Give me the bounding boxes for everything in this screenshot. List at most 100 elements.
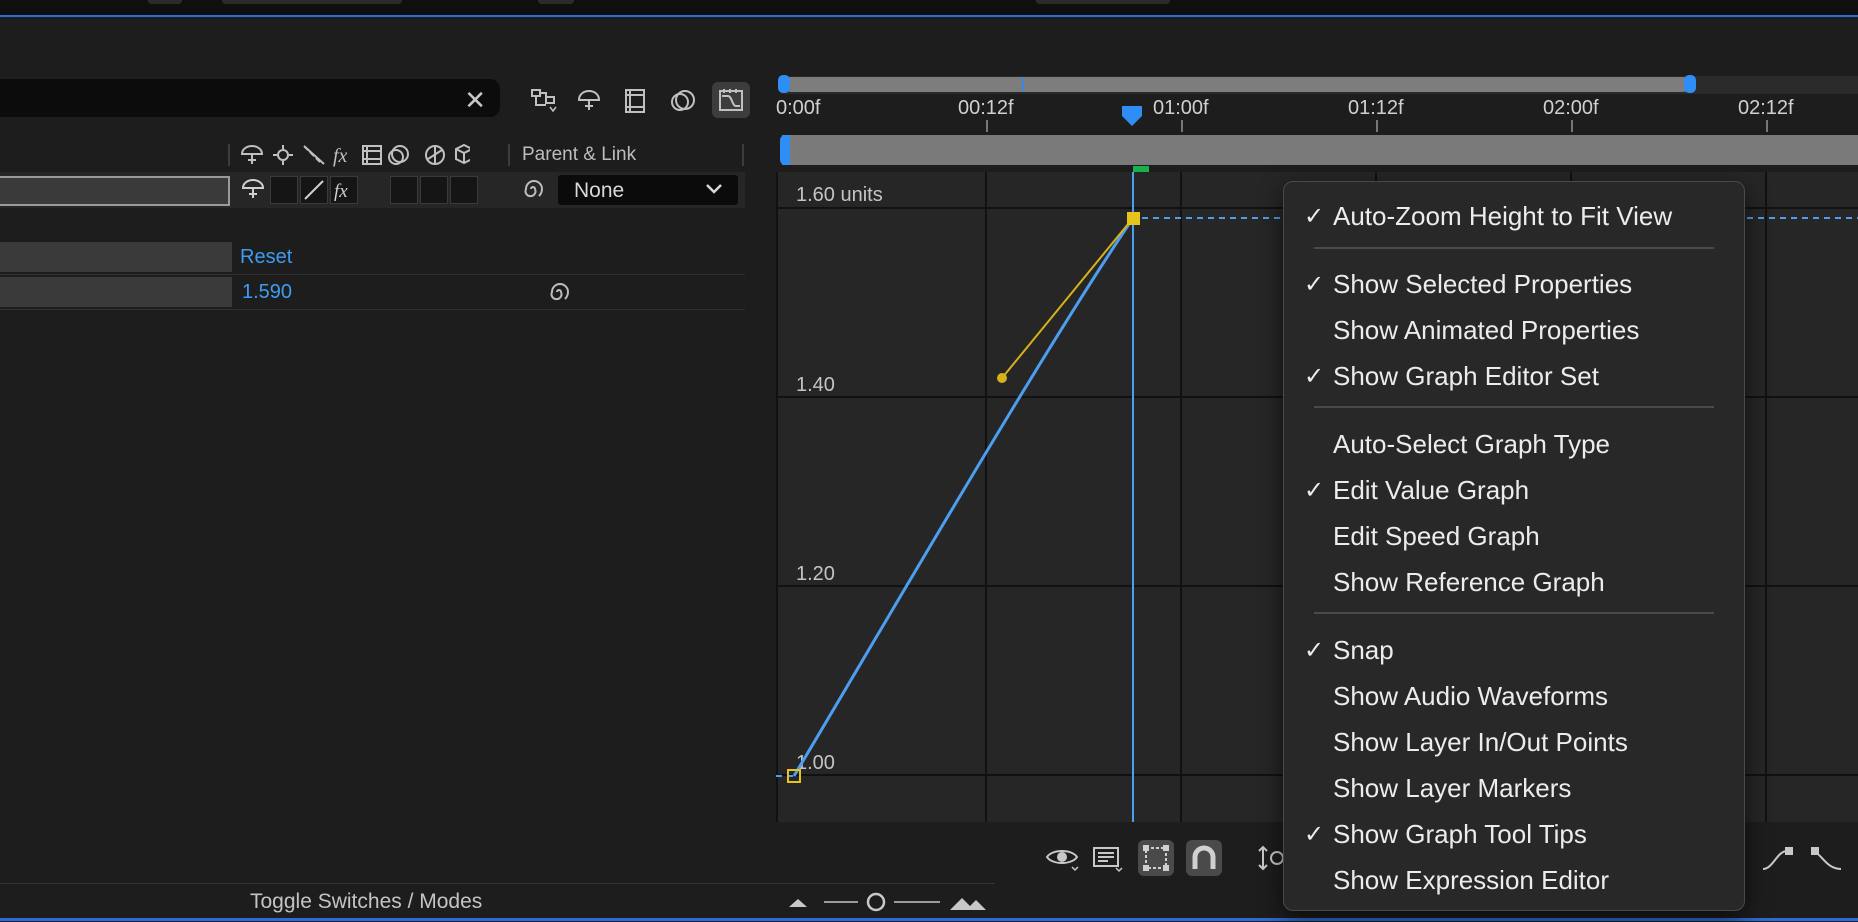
top-tab-stub[interactable] [1036, 0, 1170, 4]
pick-whip-icon[interactable] [546, 279, 572, 305]
timeline-tick [1376, 120, 1378, 132]
top-tab-stub[interactable] [148, 0, 182, 4]
layer-name-field[interactable] [0, 176, 230, 206]
keyframe-selected[interactable] [1127, 212, 1140, 225]
work-area-bar[interactable] [782, 135, 1858, 165]
menu-item-show-graph-editor-set[interactable]: ✓ Show Graph Editor Set [1284, 356, 1744, 396]
adjustment-switch[interactable] [450, 176, 478, 204]
eye-icon[interactable] [1044, 840, 1080, 876]
menu-item-label: Show Selected Properties [1333, 269, 1633, 299]
check-icon: ✓ [1304, 203, 1325, 230]
navigator-marker [1022, 77, 1024, 92]
timeline-tick [1571, 120, 1573, 132]
check-icon: ✓ [1304, 477, 1325, 504]
menu-item-show-reference-graph[interactable]: Show Reference Graph [1284, 562, 1744, 602]
bezier-handle-line [1001, 217, 1134, 379]
menu-separator [1314, 612, 1714, 614]
time-navigator-end-handle[interactable] [1684, 75, 1696, 93]
menu-separator [1314, 406, 1714, 408]
menu-item-edit-speed-graph[interactable]: Edit Speed Graph [1284, 516, 1744, 556]
menu-item-label: Show Graph Tool Tips [1333, 819, 1587, 849]
menu-item-show-layer-in-out-points[interactable]: Show Layer In/Out Points [1284, 722, 1744, 762]
column-divider[interactable] [742, 144, 744, 166]
timeline-tick-label: 0:00f [776, 97, 821, 119]
bezier-handle[interactable] [997, 373, 1007, 383]
graph-options-menu: ✓ Auto-Zoom Height to Fit View ✓ Show Se… [1283, 181, 1745, 911]
property-value[interactable]: 1.590 [242, 281, 292, 304]
timeline-tick-label: 01:12f [1348, 97, 1404, 119]
transform-box-icon[interactable] [1138, 840, 1174, 876]
menu-item-show-graph-tool-tips[interactable]: ✓ Show Graph Tool Tips [1284, 814, 1744, 854]
panel-focus-line [0, 15, 1858, 17]
motion-blur-switch[interactable] [420, 176, 448, 204]
property-row[interactable] [0, 275, 745, 310]
menu-item-label: Auto-Zoom Height to Fit View [1333, 201, 1673, 231]
toggle-switches-modes-button[interactable]: Toggle Switches / Modes [250, 890, 482, 914]
menu-item-label: Show Animated Properties [1333, 315, 1640, 345]
menu-item-label: Edit Speed Graph [1333, 521, 1540, 551]
chevron-down-icon [704, 177, 724, 207]
collapse-switch[interactable] [270, 176, 298, 204]
menu-item-edit-value-graph[interactable]: ✓ Edit Value Graph [1284, 470, 1744, 510]
quality-switch[interactable] [300, 176, 328, 204]
timeline-tick [986, 120, 988, 132]
column-divider[interactable] [228, 144, 230, 166]
timeline-tick [1181, 120, 1183, 132]
parent-dropdown[interactable]: None [558, 175, 738, 205]
reset-link[interactable]: Reset [240, 246, 292, 269]
layer-search-input[interactable]: ✕ [0, 79, 500, 117]
menu-item-label: Show Reference Graph [1333, 567, 1605, 597]
shy-switch-icon[interactable] [240, 176, 270, 202]
time-navigator-start-handle[interactable] [778, 75, 790, 93]
check-icon: ✓ [1304, 363, 1325, 390]
composition-flowchart-icon[interactable] [524, 82, 562, 118]
timeline-zoom-slider[interactable] [788, 890, 1018, 914]
frame-blend-switch[interactable] [390, 176, 418, 204]
svg-text:fx: fx [333, 145, 348, 167]
frame-blending-icon[interactable] [616, 82, 654, 118]
property-group-row[interactable] [0, 240, 745, 275]
effects-switch[interactable]: fx [330, 176, 358, 204]
panel-focus-line [0, 918, 1858, 921]
menu-item-show-selected-properties[interactable]: ✓ Show Selected Properties [1284, 264, 1744, 304]
snap-magnet-icon[interactable] [1186, 840, 1222, 876]
check-icon: ✓ [1304, 637, 1325, 664]
column-divider[interactable] [508, 144, 510, 166]
pick-whip-icon[interactable] [520, 176, 546, 202]
menu-item-label: Show Layer In/Out Points [1333, 727, 1628, 757]
menu-separator [1314, 247, 1714, 249]
menu-item-show-audio-waveforms[interactable]: Show Audio Waveforms [1284, 676, 1744, 716]
motion-blur-icon[interactable] [664, 82, 702, 118]
current-time-indicator-handle[interactable] [1120, 104, 1144, 128]
top-tab-stub[interactable] [222, 0, 402, 4]
check-icon: ✓ [1304, 821, 1325, 848]
easy-ease-in-icon[interactable] [1760, 840, 1796, 876]
menu-item-label: Show Layer Markers [1333, 773, 1572, 803]
graph-editor-icon[interactable] [712, 82, 750, 118]
switch-header-icons: fx [240, 143, 470, 167]
easy-ease-out-icon[interactable] [1808, 840, 1844, 876]
timeline-tick-label: 02:00f [1543, 97, 1599, 119]
work-area-start-handle[interactable] [780, 135, 790, 165]
menu-item-label: Show Audio Waveforms [1333, 681, 1609, 711]
value-curve[interactable] [792, 217, 1135, 777]
timeline-tick-label: 00:12f [958, 97, 1014, 119]
clear-search-icon[interactable]: ✕ [464, 85, 486, 116]
parent-dropdown-value: None [574, 179, 625, 202]
menu-item-show-animated-properties[interactable]: Show Animated Properties [1284, 310, 1744, 350]
timeline-tick [1766, 120, 1768, 132]
graph-type-icon[interactable] [1090, 840, 1126, 876]
top-tab-stub[interactable] [538, 0, 574, 4]
menu-item-show-layer-markers[interactable]: Show Layer Markers [1284, 768, 1744, 808]
time-navigator[interactable] [784, 77, 1690, 92]
shy-layers-icon[interactable] [570, 82, 608, 118]
menu-item-auto-select-graph-type[interactable]: Auto-Select Graph Type [1284, 424, 1744, 464]
property-name-bar [0, 277, 232, 307]
menu-item-label: Edit Value Graph [1333, 475, 1530, 505]
panel-top-bar [0, 0, 1858, 16]
menu-item-auto-zoom[interactable]: ✓ Auto-Zoom Height to Fit View [1284, 196, 1744, 236]
check-icon: ✓ [1304, 271, 1325, 298]
parent-link-header: Parent & Link [522, 144, 637, 165]
menu-item-snap[interactable]: ✓ Snap [1284, 630, 1744, 670]
menu-item-show-expression-editor[interactable]: Show Expression Editor [1284, 860, 1744, 900]
